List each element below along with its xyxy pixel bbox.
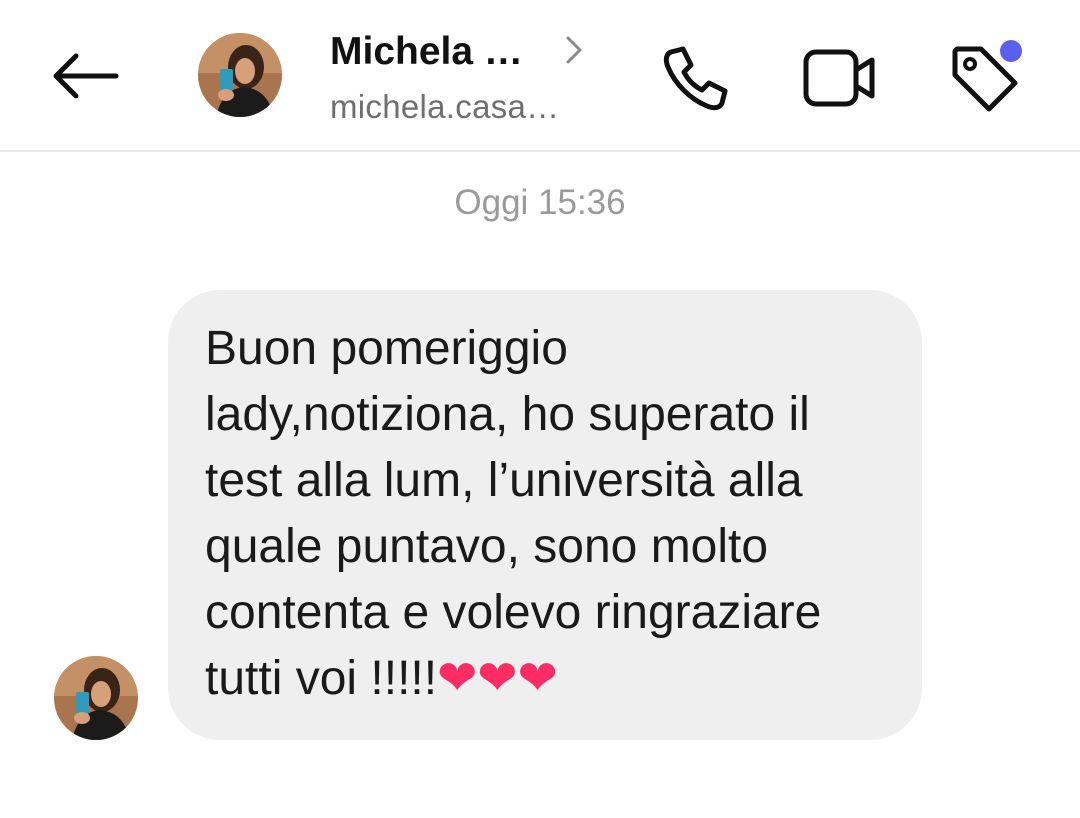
chevron-right-icon — [566, 36, 582, 64]
phone-icon — [663, 46, 728, 111]
notification-dot — [1000, 40, 1022, 62]
audio-call-button[interactable] — [654, 36, 738, 120]
message-timestamp: Oggi 15:36 — [454, 183, 626, 222]
back-button[interactable] — [44, 44, 124, 108]
chat-header: Michela … michela.casa… — [0, 0, 1080, 152]
contact-name: Michela … — [330, 30, 523, 73]
message-text: Buon pomeriggio lady,notiziona, ho super… — [205, 316, 898, 712]
arrow-left-icon — [53, 53, 119, 99]
contact-avatar[interactable] — [198, 33, 282, 117]
profile-photo — [198, 33, 282, 117]
tag-button[interactable] — [942, 36, 1026, 120]
message-bubble[interactable]: Buon pomeriggio lady,notiziona, ho super… — [168, 290, 922, 740]
contact-info[interactable]: Michela … michela.casa… — [330, 30, 600, 130]
profile-photo — [54, 656, 138, 740]
sender-avatar[interactable] — [54, 656, 138, 740]
heart-emoji: ❤❤❤ — [437, 652, 558, 705]
video-camera-icon — [803, 49, 875, 107]
contact-username: michela.casa… — [330, 88, 560, 125]
message-body: Buon pomeriggio lady,notiziona, ho super… — [205, 322, 822, 705]
video-call-button[interactable] — [798, 36, 882, 120]
